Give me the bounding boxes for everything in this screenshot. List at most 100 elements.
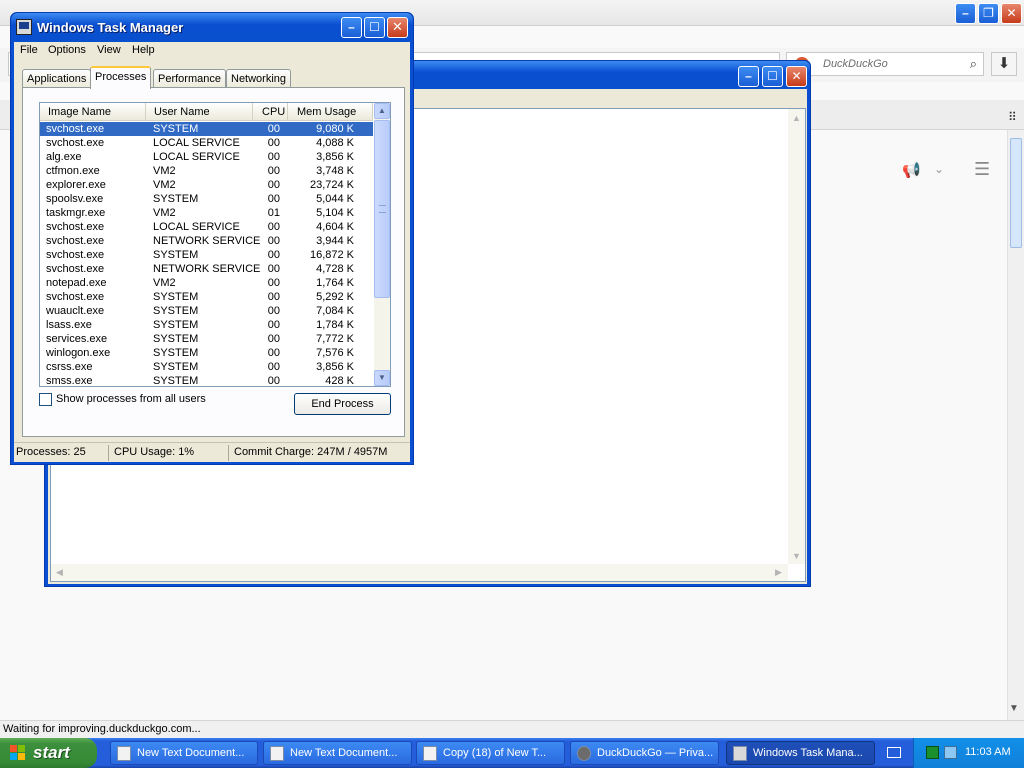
process-row[interactable]: svchost.exe SYSTEM 00 16,872 K — [40, 248, 373, 262]
megaphone-icon[interactable]: 📢 — [902, 161, 921, 179]
process-mem: 1,784 K — [316, 319, 354, 331]
process-user: NETWORK SERVICE — [153, 235, 261, 247]
process-cpu: 00 — [267, 319, 280, 331]
process-row[interactable]: svchost.exe SYSTEM 00 5,292 K — [40, 290, 373, 304]
task-manager-maximize-button[interactable]: ☐ — [364, 17, 385, 38]
process-row[interactable]: taskmgr.exe VM2 01 5,104 K — [40, 206, 373, 220]
process-cpu: 00 — [267, 361, 280, 373]
hamburger-menu-icon[interactable]: ☰ — [974, 159, 990, 180]
process-row[interactable]: wuauclt.exe SYSTEM 00 7,084 K — [40, 304, 373, 318]
notepad-vertical-scrollbar[interactable]: ▲ ▼ — [788, 109, 805, 564]
clock[interactable]: 11:03 AM — [965, 746, 1011, 758]
column-cpu[interactable]: CPU — [253, 103, 288, 121]
column-mem-usage[interactable]: Mem Usage — [288, 103, 373, 121]
scroll-down-arrow-icon[interactable]: ▼ — [792, 551, 801, 561]
menu-options[interactable]: Options — [48, 44, 86, 56]
task-manager-app-icon[interactable] — [16, 19, 32, 35]
process-name: explorer.exe — [46, 179, 106, 191]
process-row[interactable]: alg.exe LOCAL SERVICE 00 3,856 K — [40, 150, 373, 164]
scroll-down-arrow-icon[interactable]: ▼ — [374, 370, 390, 386]
scroll-up-arrow-icon[interactable]: ▲ — [792, 113, 801, 123]
notepad-maximize-button[interactable]: ☐ — [762, 66, 783, 87]
notepad-horizontal-scrollbar[interactable]: ◀ ▶ — [51, 564, 788, 581]
process-mem: 7,084 K — [316, 305, 354, 317]
scroll-right-arrow-icon[interactable]: ▶ — [775, 567, 782, 578]
network-icon[interactable] — [944, 746, 957, 759]
keyboard-icon[interactable] — [887, 747, 901, 758]
show-all-users-label[interactable]: Show processes from all users — [56, 393, 206, 405]
start-button[interactable]: start — [0, 738, 97, 768]
process-mem: 3,856 K — [316, 151, 354, 163]
taskbar-item-task-manager[interactable]: Windows Task Mana... — [726, 741, 875, 765]
task-manager-titlebar[interactable]: Windows Task Manager – ☐ ✕ — [11, 13, 413, 42]
process-user: SYSTEM — [153, 305, 199, 317]
process-user: SYSTEM — [153, 347, 199, 359]
process-row[interactable]: spoolsv.exe SYSTEM 00 5,044 K — [40, 192, 373, 206]
process-row[interactable]: smss.exe SYSTEM 00 428 K — [40, 374, 373, 386]
process-row[interactable]: lsass.exe SYSTEM 00 1,784 K — [40, 318, 373, 332]
process-mem: 4,604 K — [316, 221, 354, 233]
column-image-name[interactable]: Image Name — [40, 103, 146, 121]
tab-processes[interactable]: Processes — [90, 66, 152, 89]
process-name: ctfmon.exe — [46, 165, 100, 177]
chevron-down-icon[interactable]: ⌄ — [934, 162, 944, 176]
end-process-button[interactable]: End Process — [294, 393, 391, 415]
process-list-scrollbar[interactable]: ▲ ▼ — [374, 103, 390, 386]
windows-logo-icon — [10, 745, 27, 761]
process-row[interactable]: svchost.exe NETWORK SERVICE 00 4,728 K — [40, 262, 373, 276]
process-mem: 4,728 K — [316, 263, 354, 275]
taskbar-item-notepad-2[interactable]: New Text Document... — [263, 741, 412, 765]
tab-networking[interactable]: Networking — [226, 69, 292, 88]
scroll-up-arrow-icon[interactable]: ▲ — [374, 103, 390, 119]
browser-close-button[interactable]: ✕ — [1001, 3, 1022, 24]
taskbar-item-notepad-1[interactable]: New Text Document... — [110, 741, 258, 765]
notepad-close-button[interactable]: ✕ — [786, 66, 807, 87]
task-manager-minimize-button[interactable]: – — [341, 17, 362, 38]
process-row[interactable]: svchost.exe NETWORK SERVICE 00 3,944 K — [40, 234, 373, 248]
process-name: taskmgr.exe — [46, 207, 106, 219]
process-name: svchost.exe — [46, 263, 105, 275]
process-row[interactable]: ctfmon.exe VM2 00 3,748 K — [40, 164, 373, 178]
page-scrollbar-thumb[interactable] — [1010, 138, 1022, 248]
process-row[interactable]: services.exe SYSTEM 00 7,772 K — [40, 332, 373, 346]
search-icon[interactable]: ⌕ — [970, 56, 977, 72]
apps-grid-icon[interactable]: ⠿ — [1008, 110, 1017, 124]
download-button[interactable]: ⬇ — [991, 52, 1017, 76]
page-scrollbar[interactable] — [1007, 130, 1024, 720]
taskbar-item-browser[interactable]: DuckDuckGo — Priva... — [570, 741, 719, 765]
process-row[interactable]: svchost.exe LOCAL SERVICE 00 4,088 K — [40, 136, 373, 150]
process-user: VM2 — [153, 277, 176, 289]
task-manager-tray-icon[interactable] — [926, 746, 939, 759]
process-row[interactable]: notepad.exe VM2 00 1,764 K — [40, 276, 373, 290]
process-user: NETWORK SERVICE — [153, 263, 261, 275]
notepad-icon — [117, 746, 131, 761]
taskbar-item-notepad-3[interactable]: Copy (18) of New T... — [416, 741, 565, 765]
task-manager-close-button[interactable]: ✕ — [387, 17, 408, 38]
process-name: svchost.exe — [46, 291, 105, 303]
browser-minimize-button[interactable]: – — [955, 3, 976, 24]
page-scroll-down-arrow-icon[interactable]: ▼ — [1009, 703, 1019, 714]
scroll-left-arrow-icon[interactable]: ◀ — [56, 567, 63, 578]
menu-view[interactable]: View — [97, 44, 121, 56]
search-input[interactable]: DuckDuckGo ⌕ — [786, 52, 984, 76]
process-list-scrollbar-thumb[interactable] — [374, 120, 390, 298]
process-row[interactable]: explorer.exe VM2 00 23,724 K — [40, 178, 373, 192]
process-row[interactable]: winlogon.exe SYSTEM 00 7,576 K — [40, 346, 373, 360]
process-row[interactable]: svchost.exe LOCAL SERVICE 00 4,604 K — [40, 220, 373, 234]
tab-applications[interactable]: Applications — [22, 69, 92, 88]
menu-help[interactable]: Help — [132, 44, 155, 56]
notepad-minimize-button[interactable]: – — [738, 66, 759, 87]
status-cpu-usage: CPU Usage: 1% — [114, 446, 195, 458]
tab-performance[interactable]: Performance — [153, 69, 226, 88]
column-user-name[interactable]: User Name — [146, 103, 253, 121]
process-row[interactable]: csrss.exe SYSTEM 00 3,856 K — [40, 360, 373, 374]
processes-panel: Image Name User Name CPU Mem Usage svcho… — [22, 87, 405, 437]
browser-restore-button[interactable]: ❐ — [978, 3, 999, 24]
process-list[interactable]: Image Name User Name CPU Mem Usage svcho… — [39, 102, 391, 387]
status-processes: Processes: 25 — [16, 446, 86, 458]
process-rows: svchost.exe SYSTEM 00 9,080 K svchost.exe LOC… — [40, 122, 373, 386]
menu-file[interactable]: File — [20, 44, 38, 56]
process-cpu: 00 — [267, 291, 280, 303]
process-row[interactable]: svchost.exe SYSTEM 00 9,080 K — [40, 122, 373, 136]
show-all-users-checkbox[interactable] — [39, 393, 52, 406]
